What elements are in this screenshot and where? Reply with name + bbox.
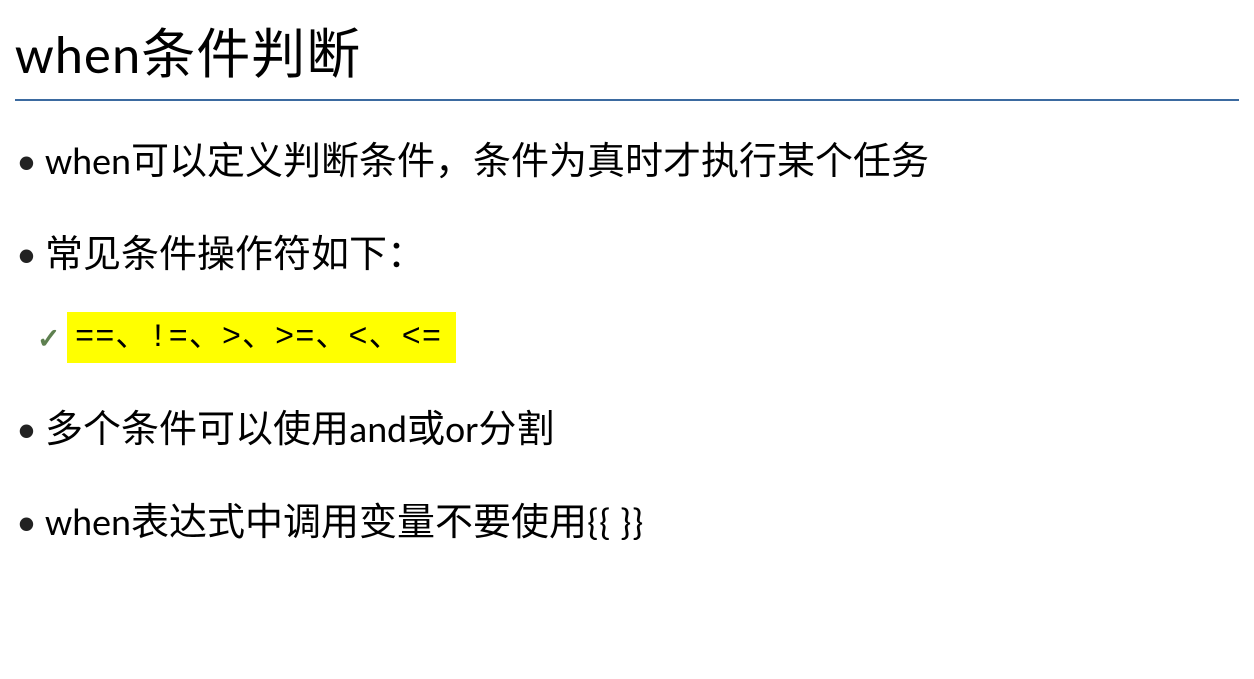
bullet-item: 多个条件可以使用and或or分割 (45, 405, 1239, 456)
bullet-text: 常见条件操作符如下： (45, 232, 425, 278)
bullet-item: 常见条件操作符如下： ✓ ==、!=、>、>=、<、<= (45, 230, 1239, 362)
bullet-item: when可以定义判断条件，条件为真时才执行某个任务 (45, 137, 1239, 188)
operators-highlight: ==、!=、>、>=、<、<= (67, 312, 456, 363)
bullet-list: when可以定义判断条件，条件为真时才执行某个任务 常见条件操作符如下： ✓ =… (15, 137, 1239, 549)
slide-title: when条件判断 (15, 10, 1239, 95)
bullet-text: when可以定义判断条件，条件为真时才执行某个任务 (45, 139, 929, 185)
title-divider (15, 99, 1239, 101)
sub-bullet: ✓ ==、!=、>、>=、<、<= (45, 312, 1239, 363)
check-icon: ✓ (37, 320, 60, 358)
bullet-item: when表达式中调用变量不要使用{{ }} (45, 498, 1239, 549)
bullet-text: when表达式中调用变量不要使用{{ }} (45, 500, 643, 546)
bullet-text: 多个条件可以使用and或or分割 (45, 407, 554, 453)
slide-container: when条件判断 when可以定义判断条件，条件为真时才执行某个任务 常见条件操… (0, 0, 1254, 679)
